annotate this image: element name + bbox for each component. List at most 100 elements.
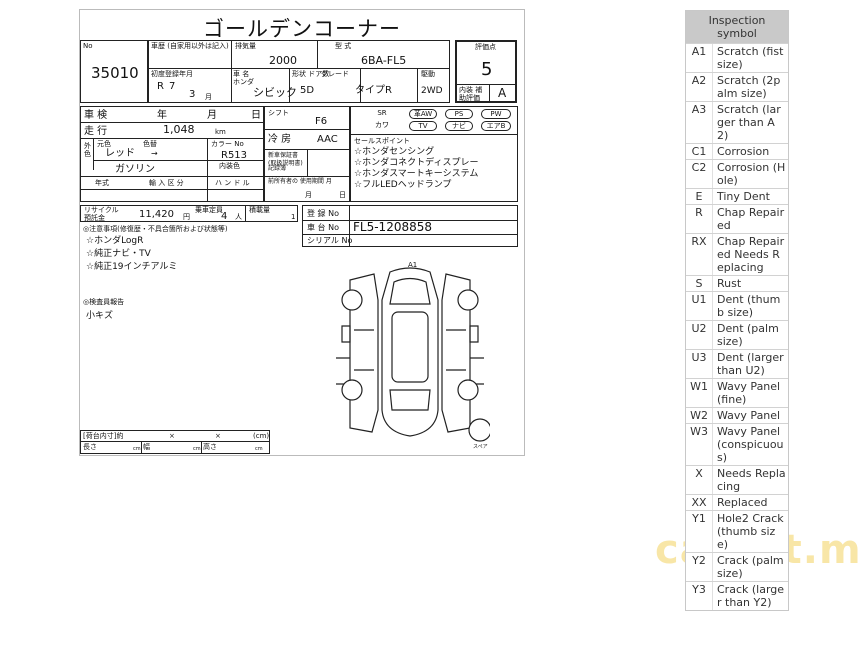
legend-description: Corrosion bbox=[712, 144, 788, 159]
legend-description: Corrosion (Hole) bbox=[712, 160, 788, 188]
score-label: 評価点 bbox=[475, 43, 496, 51]
legend-row: U1 Dent (thumb size) bbox=[686, 291, 788, 320]
legend-row: S Rust bbox=[686, 275, 788, 291]
legend-code: E bbox=[695, 190, 703, 203]
option-ps: PS bbox=[445, 109, 473, 119]
legend-row: RX Chap Repaired Needs Replacing bbox=[686, 233, 788, 275]
model-code-value: 6BA-FL5 bbox=[361, 54, 407, 67]
recycle-value: 11,420 bbox=[139, 209, 174, 220]
legend-code: W3 bbox=[690, 425, 708, 438]
options-box: SR 革AW PS PW カワ TV ナビ エアB セールスポイント ☆ホンダセ… bbox=[350, 106, 518, 202]
interior-label: 内装 補助評価 bbox=[459, 86, 483, 102]
color-original-label: 元色 bbox=[97, 140, 111, 148]
color-code-label: カラー No bbox=[211, 140, 244, 148]
vehicle-info-box: 車歴 (自家用以外は記入) 排気量 2000 型 式 6BA-FL5 初度登録年… bbox=[148, 40, 450, 103]
legend-row: A1 Scratch (fist size) bbox=[686, 43, 788, 72]
drive-label: 駆動 bbox=[421, 70, 435, 78]
legend-description: Scratch (fist size) bbox=[712, 44, 788, 72]
legend-rows: A1 Scratch (fist size) A2 Scratch (2palm si… bbox=[686, 43, 788, 610]
legend-code: Y3 bbox=[692, 583, 706, 596]
model-code-label: 型 式 bbox=[335, 42, 352, 50]
shift-label: シフト bbox=[268, 109, 289, 117]
cargo-width-unit: cm bbox=[193, 446, 201, 452]
car-outline-svg bbox=[336, 267, 490, 442]
maker-value: ホンダ bbox=[233, 78, 254, 86]
option-airbag: エアB bbox=[481, 121, 511, 131]
legend-description: Chap Repaired bbox=[712, 205, 788, 233]
cargo-x2: × bbox=[215, 432, 221, 440]
legend-description: Rust bbox=[712, 276, 788, 291]
spare-tire-label: スペア bbox=[473, 444, 488, 450]
car-damage-diagram: A1 スペア bbox=[330, 260, 490, 450]
previous-owner-day: 日 bbox=[339, 191, 346, 199]
inspection-year: 年 bbox=[157, 110, 167, 121]
info-grid-mid: シフト F6 冷 房 AAC 新車保証書 (取扱説明書) 記録簿 前所有者の 使… bbox=[264, 106, 350, 202]
maker-label: 車 名 bbox=[233, 70, 250, 78]
legend-row: Y3 Crack (larger than Y2) bbox=[686, 581, 788, 610]
legend-description: Dent (larger than U2) bbox=[712, 350, 788, 378]
legend-code: U3 bbox=[691, 351, 707, 364]
first-reg-month-unit: 月 bbox=[205, 93, 212, 101]
legend-description: Dent (thumb size) bbox=[712, 292, 788, 320]
chassis-label: 車 台 No bbox=[307, 223, 339, 232]
inspection-day: 日 bbox=[251, 110, 261, 121]
auction-sheet: ゴールデンコーナー No 35010 車歴 (自家用以外は記入) 排気量 200… bbox=[79, 9, 525, 456]
sales-point: ☆ホンダセンシング bbox=[354, 147, 435, 157]
legend-code: U1 bbox=[691, 293, 707, 306]
cargo-width: 幅 bbox=[143, 443, 150, 451]
mileage-label: 走 行 bbox=[84, 126, 108, 137]
interior-value: A bbox=[498, 86, 507, 100]
legend-code: X bbox=[695, 467, 703, 480]
previous-owner-month: 月 bbox=[305, 191, 312, 199]
registration-label: 登 録 No bbox=[307, 209, 339, 218]
import-row: 輸 入 区 分 bbox=[149, 179, 184, 187]
import-label: 年式 bbox=[95, 179, 109, 187]
color-label: 外 色 bbox=[84, 142, 91, 158]
handle-label: ハ ン ド ル bbox=[215, 179, 250, 187]
legend-row: W2 Wavy Panel bbox=[686, 407, 788, 423]
cargo-box: [荷台内寸]約 × × (cm) 長さ cm 幅 cm 高さ cm bbox=[80, 430, 270, 454]
legend-row: R Chap Repaired bbox=[686, 204, 788, 233]
damage-mark: A1 bbox=[408, 261, 418, 269]
sales-point: ☆ホンダコネクトディスプレー bbox=[354, 158, 479, 168]
inspection-label: 車 検 bbox=[84, 110, 108, 121]
legend-description: Tiny Dent bbox=[712, 189, 788, 204]
recycle-unit: 円 bbox=[183, 213, 190, 221]
legend-description: Crack (palm size) bbox=[712, 553, 788, 581]
score-box: 評価点 5 内装 補助評価 A bbox=[455, 40, 517, 103]
legend-code: A3 bbox=[691, 103, 707, 116]
option-navi: ナビ bbox=[445, 121, 473, 131]
capacity-value: 4 bbox=[221, 211, 228, 222]
legend-row: A2 Scratch (2palm size) bbox=[686, 72, 788, 101]
notes-label: ◎注意事項(修復歴・不具合箇所および状態等) bbox=[83, 225, 228, 233]
shift-value: F6 bbox=[315, 116, 328, 127]
sales-points-label: セールスポイント bbox=[354, 137, 410, 145]
legend-code: Y1 bbox=[692, 512, 706, 525]
legend-code: RX bbox=[691, 235, 707, 248]
legend-description: Wavy Panel bbox=[712, 408, 788, 423]
legend-description: Wavy Panel (fine) bbox=[712, 379, 788, 407]
note-item: ☆純正19インチアルミ bbox=[86, 262, 178, 272]
mileage-unit: km bbox=[215, 128, 226, 136]
option-leather: カワ bbox=[375, 121, 389, 129]
option-sr: SR bbox=[377, 109, 387, 117]
legend-row: U3 Dent (larger than U2) bbox=[686, 349, 788, 378]
sales-point: ☆ホンダスマートキーシステム bbox=[354, 169, 479, 179]
drive-value: 2WD bbox=[421, 86, 443, 96]
inspector-label: ◎検査員報告 bbox=[83, 298, 125, 306]
color-change-label: 色替 bbox=[143, 140, 157, 148]
legend-row: W3 Wavy Panel (conspicuous) bbox=[686, 423, 788, 465]
model-label: 車歴 (自家用以外は記入) bbox=[151, 42, 229, 50]
first-reg-label: 初度登録年月 bbox=[151, 70, 193, 78]
recycle-box: リサイクル 預託金 11,420 円 乗車定員 4 人 積載量 1 bbox=[80, 205, 298, 222]
previous-owner-label: 前所有者の 使用期間 月 bbox=[268, 178, 332, 185]
legend-code: XX bbox=[691, 496, 707, 509]
load-value: 1 bbox=[291, 213, 296, 221]
note-item: ☆純正ナビ・TV bbox=[86, 249, 151, 259]
chassis-value: FL5-1208858 bbox=[353, 220, 432, 234]
inspection-symbol-legend: Inspection symbol A1 Scratch (fist size) A… bbox=[685, 10, 789, 611]
grade-value: タイプR bbox=[355, 85, 392, 96]
load-label: 積載量 bbox=[249, 206, 270, 214]
recycle-label: リサイクル 預託金 bbox=[84, 206, 119, 222]
legend-description: Wavy Panel (conspicuous) bbox=[712, 424, 788, 465]
